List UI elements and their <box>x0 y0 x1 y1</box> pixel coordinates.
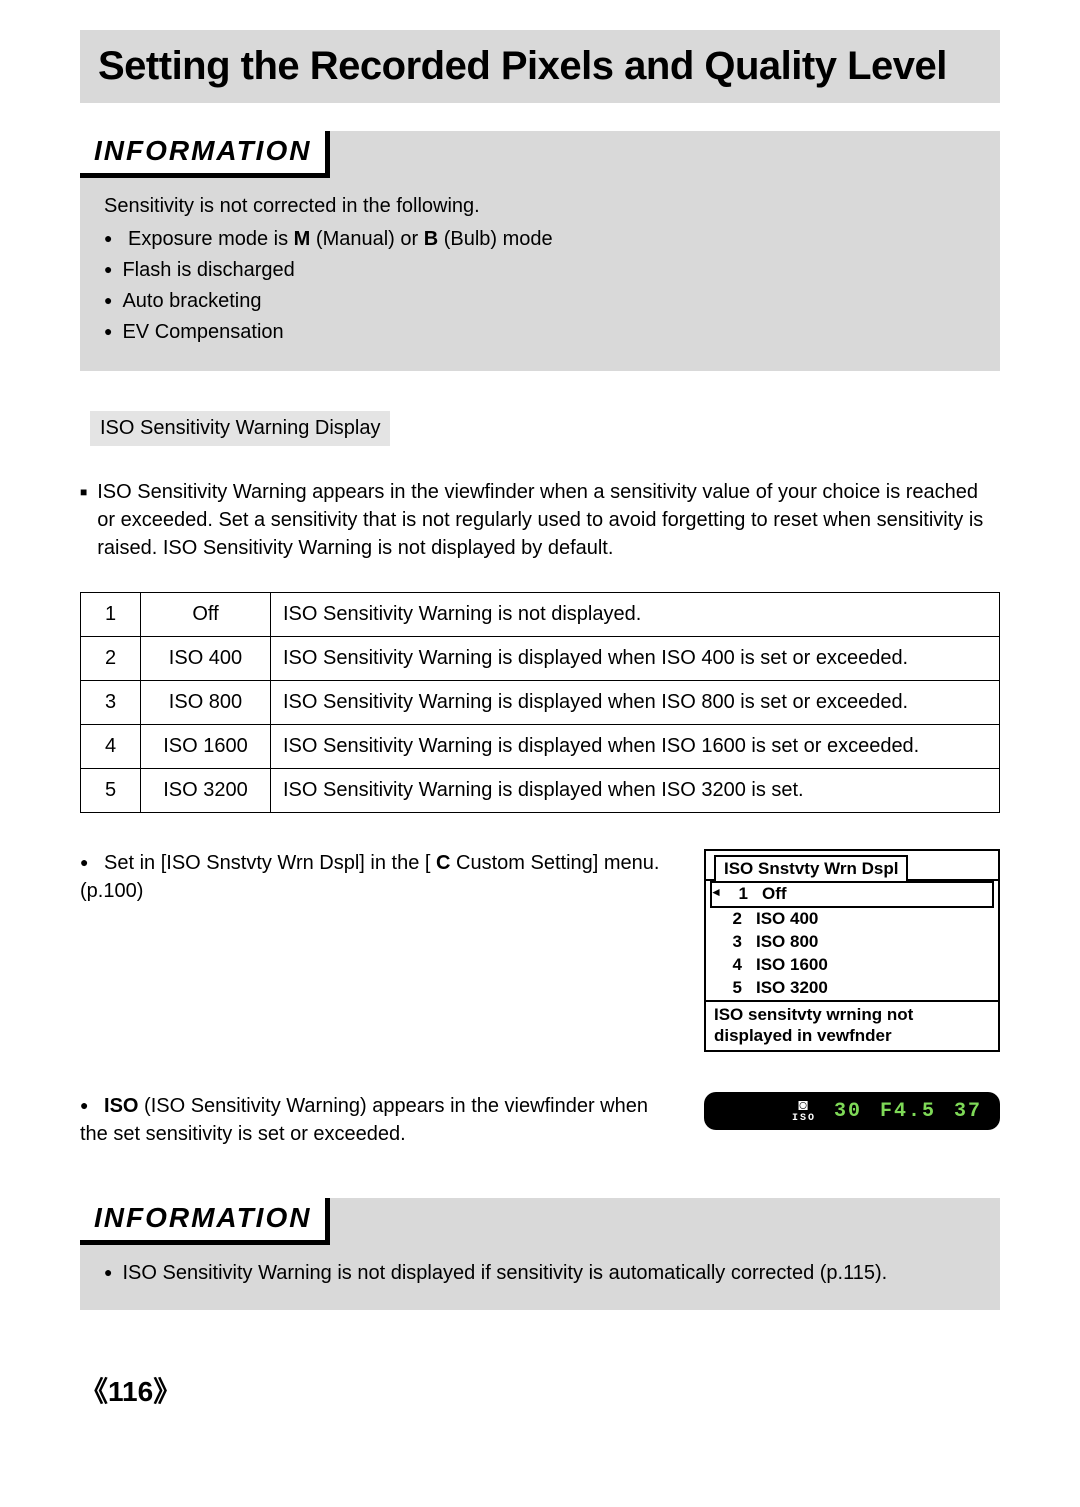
viewfinder-display: ◙ISO 30 F4.5 37 <box>704 1092 1000 1130</box>
manual-mode-icon: M <box>294 228 311 250</box>
iso-warning-description: ISO Sensitivity Warning appears in the v… <box>80 478 1000 562</box>
info1-item-2: Flash is discharged <box>104 256 976 285</box>
information-box-2: INFORMATION ISO Sensitivity Warning is n… <box>80 1198 1000 1310</box>
table-row: 1OffISO Sensitivity Warning is not displ… <box>81 593 1000 637</box>
table-row: 5ISO 3200ISO Sensitivity Warning is disp… <box>81 769 1000 813</box>
viewfinder-shutter: 30 <box>834 1100 862 1123</box>
viewfinder-count: 37 <box>954 1100 982 1123</box>
information-box-1: INFORMATION Sensitivity is not corrected… <box>80 131 1000 371</box>
custom-setting-icon: C <box>436 852 450 874</box>
information-heading-1: INFORMATION <box>80 131 330 178</box>
viewfinder-iso-icon: ◙ISO <box>792 1098 816 1124</box>
page-title-block: Setting the Recorded Pixels and Quality … <box>80 30 1000 103</box>
info1-item-3: Auto bracketing <box>104 287 976 316</box>
info2-item: ISO Sensitivity Warning is not displayed… <box>104 1259 976 1288</box>
menu-tab-label: ISO Snstvty Wrn Dspl <box>714 855 908 881</box>
iso-viewfinder-note: ISO (ISO Sensitivity Warning) appears in… <box>80 1092 664 1148</box>
menu-option-5: 5ISO 3200 <box>706 977 998 1000</box>
page-number: 116 <box>80 1370 1000 1410</box>
menu-footer: ISO sensitvty wrning not displayed in ve… <box>706 1000 998 1051</box>
page-title: Setting the Recorded Pixels and Quality … <box>98 44 982 89</box>
info1-item-4: EV Compensation <box>104 318 976 347</box>
menu-option-4: 4ISO 1600 <box>706 954 998 977</box>
viewfinder-aperture: F4.5 <box>880 1100 936 1123</box>
menu-screen: ISO Snstvty Wrn Dspl 1Off 2ISO 400 3ISO … <box>704 849 1000 1052</box>
setin-instruction: Set in [ISO Snstvty Wrn Dspl] in the [ C… <box>80 849 664 905</box>
menu-option-3: 3ISO 800 <box>706 931 998 954</box>
menu-option-2: 2ISO 400 <box>706 908 998 931</box>
information-heading-2: INFORMATION <box>80 1198 330 1245</box>
bulb-mode-icon: B <box>424 228 438 250</box>
menu-option-1: 1Off <box>710 881 994 908</box>
info1-intro: Sensitivity is not corrected in the foll… <box>104 192 976 221</box>
subsection-heading: ISO Sensitivity Warning Display <box>90 411 390 446</box>
table-row: 2ISO 400ISO Sensitivity Warning is displ… <box>81 637 1000 681</box>
info1-item-1: Exposure mode is M (Manual) or B (Bulb) … <box>104 225 976 254</box>
iso-icon: ISO <box>104 1095 138 1117</box>
iso-warning-table: 1OffISO Sensitivity Warning is not displ… <box>80 592 1000 813</box>
table-row: 3ISO 800ISO Sensitivity Warning is displ… <box>81 681 1000 725</box>
table-row: 4ISO 1600ISO Sensitivity Warning is disp… <box>81 725 1000 769</box>
